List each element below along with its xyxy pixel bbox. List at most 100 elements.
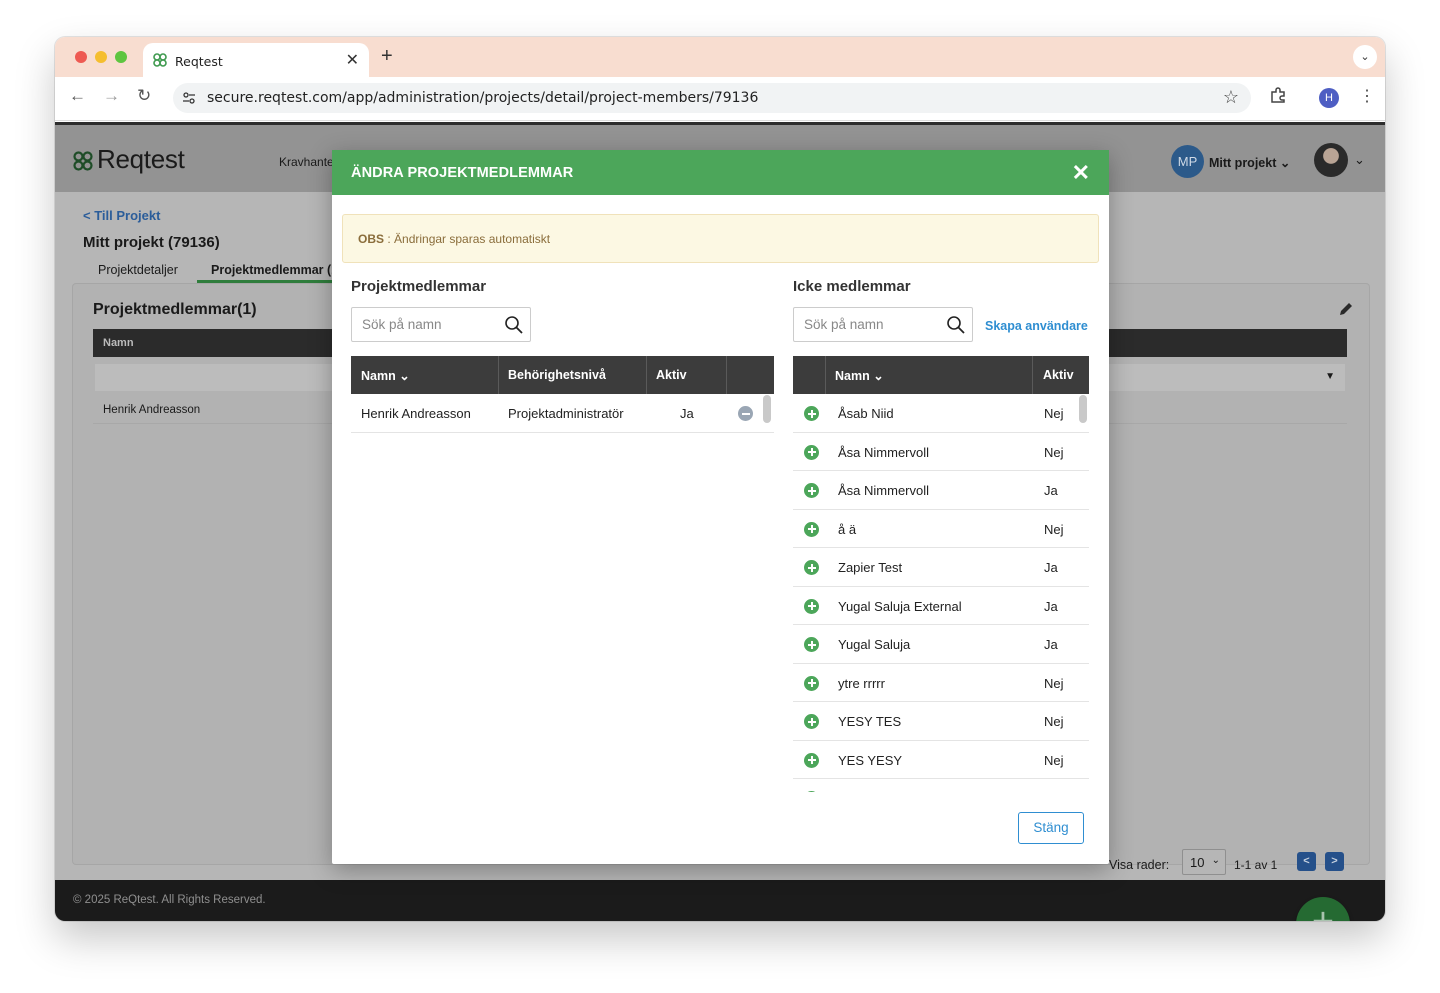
edit-members-modal: ÄNDRA PROJEKTMEDLEMMAR ✕ OBS : Ändringar…	[332, 150, 1109, 864]
close-button[interactable]: Stäng	[1018, 812, 1084, 844]
browser-toolbar: ← → ↻ secure.reqtest.com/app/administrat…	[55, 77, 1385, 121]
close-icon[interactable]: ✕	[1072, 160, 1090, 186]
tab-project-members[interactable]: Projektmedlemmar (1	[211, 263, 338, 277]
extensions-icon[interactable]	[1269, 86, 1287, 104]
add-member-icon[interactable]	[804, 637, 819, 652]
minimize-window-button[interactable]	[95, 51, 107, 63]
copyright-text: © 2025 ReQtest. All Rights Reserved.	[73, 894, 266, 906]
add-member-icon[interactable]	[804, 675, 819, 691]
rows-per-page-label: Visa rader:	[1109, 858, 1170, 872]
tab-project-details[interactable]: Projektdetaljer	[98, 263, 178, 277]
add-member-icon[interactable]	[804, 752, 819, 768]
user-active: Ja	[1044, 637, 1058, 652]
project-switcher[interactable]: Mitt projekt ⌄	[1209, 155, 1290, 170]
non-members-list[interactable]: Åsab Niid Nej Åsa Nimmervoll Nej Åsa Nim…	[793, 394, 1089, 792]
address-bar[interactable]: secure.reqtest.com/app/administration/pr…	[173, 83, 1251, 113]
table-row[interactable]: YES YESY Nej	[793, 740, 1089, 779]
table-row[interactable]: Åsa Nimmervoll Ja	[793, 471, 1089, 510]
non-members-search-input[interactable]	[804, 317, 934, 332]
table-row[interactable]: Henrik Andreasson Projektadministratör J…	[351, 394, 774, 433]
table-row[interactable]: YESY TES Nej	[793, 702, 1089, 741]
previous-page-button[interactable]: <	[1297, 852, 1316, 871]
member-role: Projektadministratör	[508, 406, 624, 421]
add-member-icon[interactable]	[804, 444, 819, 460]
user-active: Nej	[1044, 521, 1064, 537]
reqtest-logo-icon	[73, 151, 93, 171]
logo-text: Reqtest	[97, 144, 185, 174]
user-active: Nej	[1044, 675, 1064, 691]
next-page-button[interactable]: >	[1325, 852, 1344, 871]
maximize-window-button[interactable]	[115, 51, 127, 63]
user-active: Nej	[1044, 444, 1064, 460]
member-name: Henrik Andreasson	[103, 404, 201, 416]
footer: © 2025 ReQtest. All Rights Reserved.	[55, 880, 1385, 921]
members-search-input[interactable]	[362, 317, 492, 332]
table-row[interactable]: Yugal Saluja Ja	[793, 625, 1089, 664]
user-active: Ja	[1044, 598, 1058, 614]
caret-down-icon[interactable]: ▼	[1325, 371, 1335, 382]
column-header-name[interactable]: Namn	[103, 337, 134, 349]
tab-close-icon[interactable]: ✕	[346, 50, 359, 70]
tab-search-button[interactable]: ⌄	[1353, 45, 1377, 69]
add-member-icon[interactable]	[804, 560, 819, 575]
profile-avatar[interactable]: H	[1319, 88, 1339, 108]
table-row[interactable]: å ä Nej	[793, 509, 1089, 548]
site-settings-icon[interactable]	[181, 90, 197, 106]
tab-bar: Reqtest ✕ + ⌄	[55, 37, 1385, 77]
add-member-icon[interactable]	[804, 598, 819, 614]
table-row[interactable]: ytre rrrrr Nej	[793, 663, 1089, 702]
user-name: Åsa Nimmervoll	[838, 483, 930, 498]
nav-item-requirements[interactable]: Kravhante	[279, 155, 334, 169]
rows-per-page-select[interactable]: 10 ⌄	[1182, 849, 1226, 875]
column-header-role[interactable]: Behörighetsnivå	[508, 368, 606, 382]
user-active: Nej	[1044, 714, 1064, 729]
alert-text: OBS : Ändringar sparas automatiskt	[358, 232, 550, 246]
new-tab-button[interactable]: +	[381, 45, 393, 68]
bookmark-star-icon[interactable]: ☆	[1223, 87, 1239, 108]
user-name: Zapier Test	[838, 560, 903, 575]
user-name: å ä	[838, 521, 857, 537]
search-icon[interactable]	[946, 315, 966, 335]
back-to-project-link[interactable]: < Till Projekt	[83, 208, 160, 223]
table-row[interactable]: Yugal Saluja External Ja	[793, 586, 1089, 625]
reload-icon[interactable]: ↻	[137, 86, 151, 106]
url-text: secure.reqtest.com/app/administration/pr…	[207, 90, 759, 106]
edit-pencil-icon[interactable]	[1337, 300, 1355, 318]
browser-menu-icon[interactable]: ⋮	[1359, 86, 1375, 106]
user-active: Ja	[1044, 483, 1058, 498]
forward-arrow-icon[interactable]: →	[103, 86, 120, 106]
chevron-down-icon[interactable]: ⌄	[1354, 152, 1365, 168]
scrollbar[interactable]	[763, 395, 771, 423]
table-row[interactable]	[793, 779, 1089, 792]
user-name: Åsab Niid	[838, 406, 894, 421]
add-member-icon[interactable]	[804, 791, 819, 792]
user-active: Nej	[1044, 406, 1064, 421]
project-avatar[interactable]: MP	[1171, 145, 1204, 178]
member-name: Henrik Andreasson	[361, 406, 471, 421]
chevron-down-icon: ⌄	[1211, 855, 1220, 866]
card-title: Projektmedlemmar(1)	[93, 301, 257, 318]
user-avatar[interactable]	[1314, 143, 1348, 177]
remove-member-icon[interactable]	[738, 406, 753, 421]
user-name: Åsa Nimmervoll	[838, 444, 930, 460]
column-header-active[interactable]: Aktiv	[656, 368, 687, 382]
search-icon[interactable]	[504, 315, 524, 335]
add-member-icon[interactable]	[804, 406, 819, 421]
back-arrow-icon[interactable]: ←	[69, 86, 86, 106]
add-member-icon[interactable]	[804, 483, 819, 498]
table-row[interactable]: Zapier Test Ja	[793, 548, 1089, 587]
close-window-button[interactable]	[75, 51, 87, 63]
create-user-link[interactable]: Skapa användare	[985, 319, 1088, 333]
scrollbar[interactable]	[1079, 395, 1087, 423]
add-member-icon[interactable]	[804, 714, 819, 729]
table-row[interactable]: Åsab Niid Nej	[793, 394, 1089, 433]
browser-tab[interactable]: Reqtest ✕	[143, 43, 369, 77]
column-header-name[interactable]: Namn ⌄	[361, 368, 410, 383]
table-row[interactable]: Åsa Nimmervoll Nej	[793, 432, 1089, 471]
column-header-active[interactable]: Aktiv	[1043, 368, 1074, 382]
alert-message: : Ändringar sparas automatiskt	[384, 232, 551, 246]
modal-header: ÄNDRA PROJEKTMEDLEMMAR ✕	[332, 150, 1109, 195]
warning-alert: OBS : Ändringar sparas automatiskt	[342, 214, 1099, 263]
add-member-icon[interactable]	[804, 521, 819, 537]
column-header-name[interactable]: Namn ⌄	[835, 368, 884, 383]
